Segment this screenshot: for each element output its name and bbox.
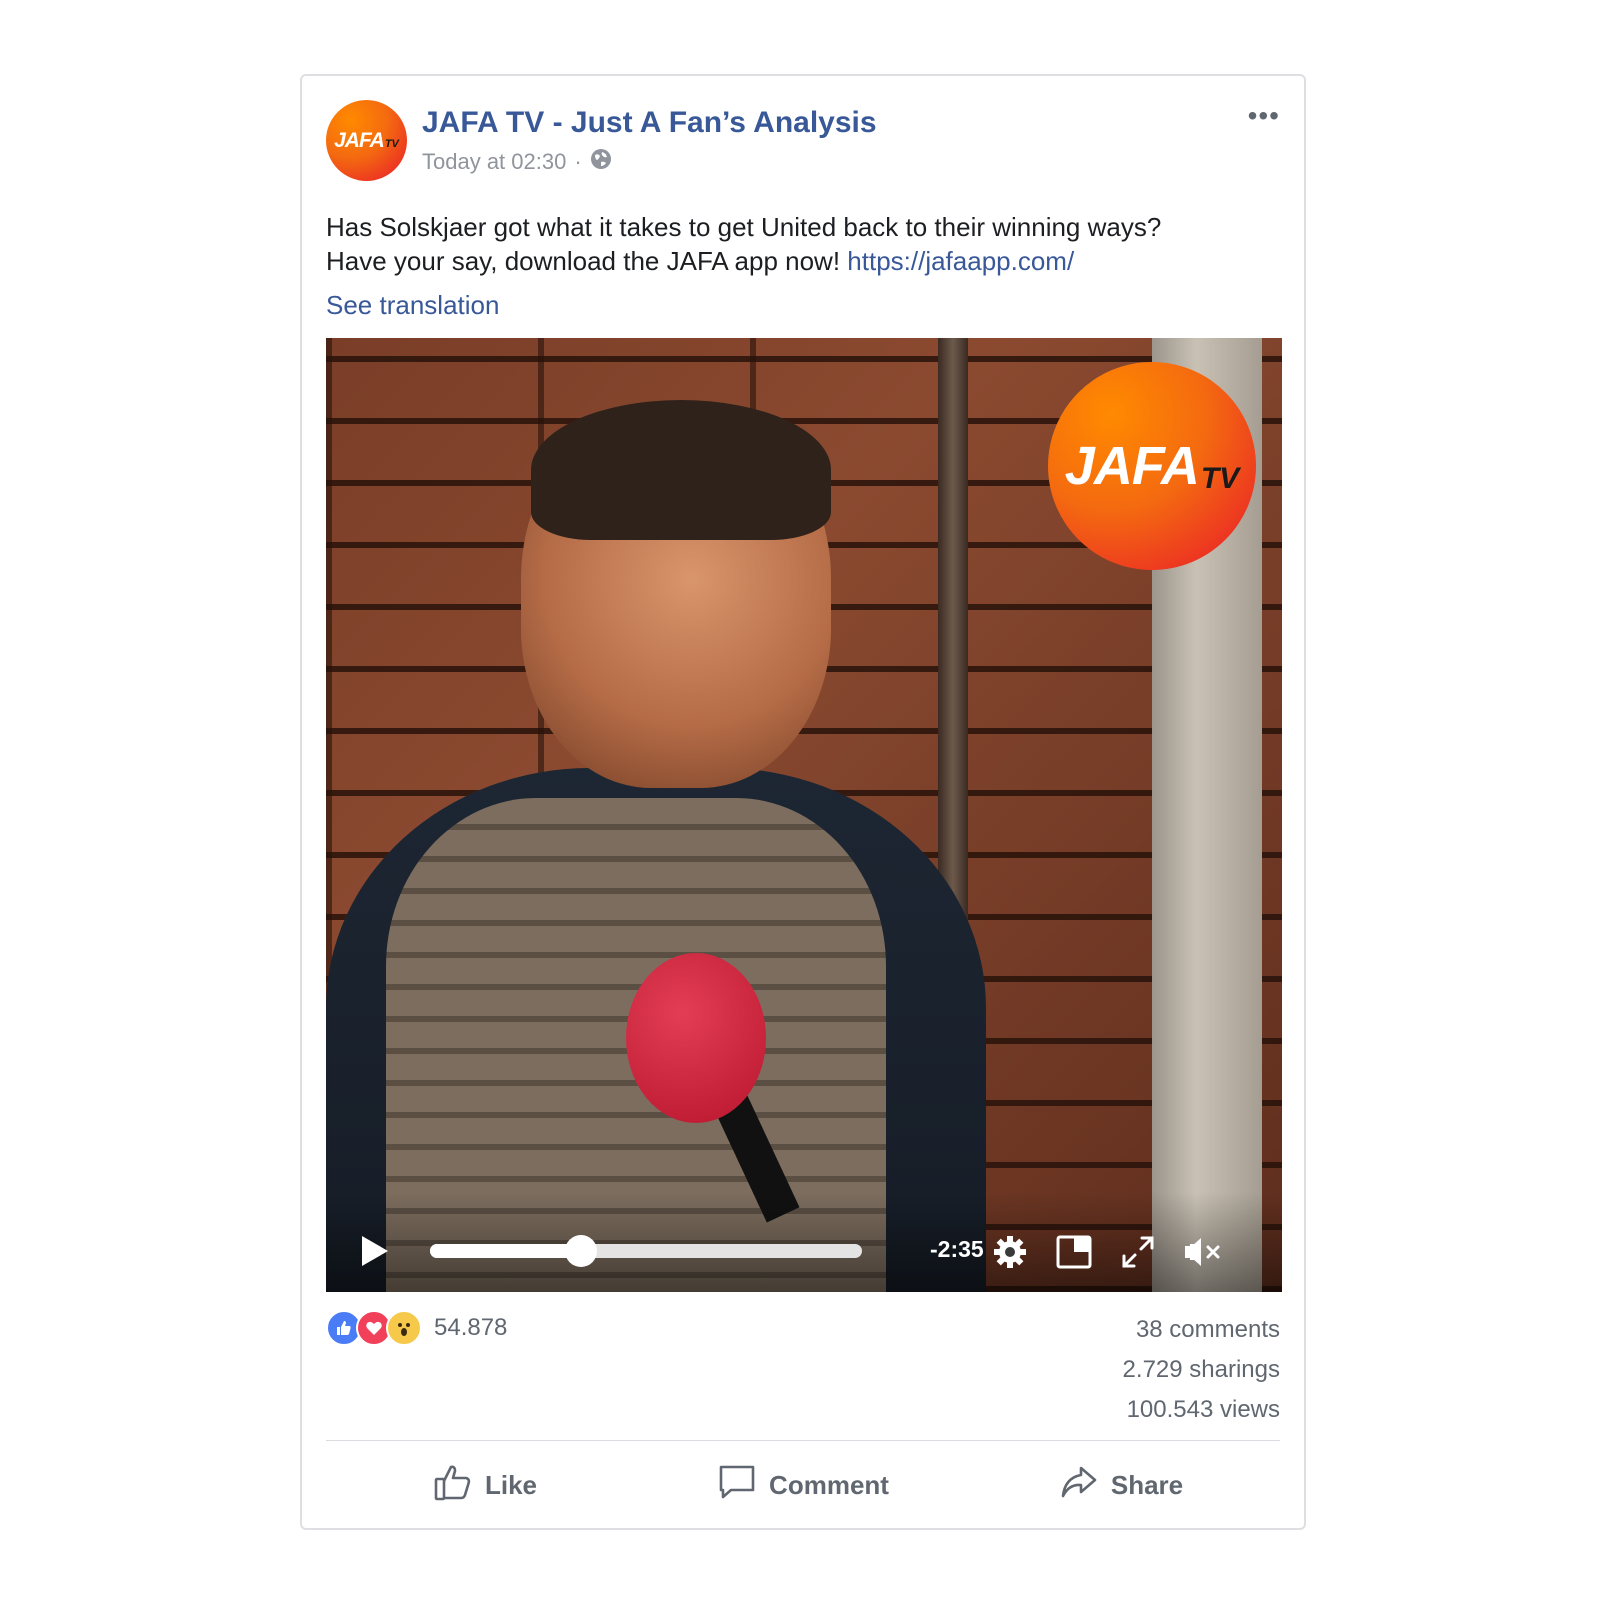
post-text-line2-body: Have your say, download the JAFA app now… bbox=[326, 246, 841, 276]
share-button[interactable]: Share bbox=[962, 1442, 1280, 1528]
post-link[interactable]: https://jafaapp.com/ bbox=[847, 246, 1074, 276]
video-microphone bbox=[626, 953, 766, 1123]
fullscreen-icon[interactable] bbox=[1120, 1234, 1156, 1270]
engagement-stats: 38 comments 2.729 sharings 100.543 views bbox=[1123, 1310, 1280, 1430]
views-count: 100.543 views bbox=[1126, 1396, 1280, 1423]
picture-in-picture-icon[interactable] bbox=[1056, 1234, 1092, 1270]
wow-reaction-icon bbox=[386, 1310, 422, 1346]
progress-scrubber-handle[interactable] bbox=[565, 1235, 598, 1267]
actions-divider bbox=[326, 1440, 1280, 1441]
meta-separator: · bbox=[574, 149, 582, 174]
comment-button[interactable]: Comment bbox=[644, 1442, 962, 1528]
sharings-count[interactable]: 2.729 sharings bbox=[1123, 1350, 1280, 1390]
avatar-logo-tv: TV bbox=[384, 138, 399, 150]
share-arrow-icon bbox=[1059, 1462, 1099, 1509]
like-label: Like bbox=[484, 1469, 538, 1500]
post-actions: Like Comment Share bbox=[326, 1442, 1280, 1528]
volume-muted-icon[interactable] bbox=[1182, 1234, 1220, 1270]
globe-icon bbox=[590, 148, 612, 176]
post-text-line1: Has Solskjaer got what it takes to get U… bbox=[326, 212, 1162, 242]
page-avatar[interactable]: JAFA TV bbox=[326, 100, 407, 181]
post-timestamp[interactable]: Today at 02:30 bbox=[422, 149, 566, 175]
post-text: Has Solskjaer got what it takes to get U… bbox=[326, 210, 1276, 278]
share-label: Share bbox=[1110, 1469, 1184, 1500]
video-watermark-logo: JAFA TV bbox=[1048, 362, 1256, 570]
more-options-button[interactable]: ••• bbox=[1248, 102, 1280, 130]
progress-fill bbox=[430, 1244, 582, 1258]
video-controls-bar: -2:35 bbox=[326, 1192, 1282, 1292]
comment-bubble-icon bbox=[717, 1462, 757, 1509]
video-person-hair bbox=[531, 400, 831, 540]
comment-label: Comment bbox=[769, 1469, 889, 1500]
time-remaining: -2:35 bbox=[930, 1236, 984, 1262]
post-text-line2: Have your say, download the JAFA app now… bbox=[326, 244, 1276, 278]
settings-gear-icon[interactable] bbox=[992, 1234, 1028, 1270]
facebook-post-card: JAFA TV JAFA TV - Just A Fan’s Analysis T… bbox=[300, 74, 1306, 1530]
see-translation-link[interactable]: See translation bbox=[326, 290, 499, 321]
reactions-summary[interactable]: 54.878 bbox=[326, 1310, 507, 1346]
play-icon[interactable] bbox=[362, 1236, 388, 1266]
like-button[interactable]: Like bbox=[326, 1442, 644, 1528]
watermark-logo-tv: TV bbox=[1200, 462, 1240, 495]
reaction-count: 54.878 bbox=[434, 1314, 508, 1341]
watermark-logo-word: JAFA bbox=[1064, 436, 1200, 496]
comments-count[interactable]: 38 comments bbox=[1123, 1310, 1280, 1350]
page-name-link[interactable]: JAFA TV - Just A Fan’s Analysis bbox=[422, 106, 877, 140]
avatar-logo-word: JAFA bbox=[334, 129, 385, 152]
thumbs-up-icon bbox=[433, 1462, 473, 1509]
post-meta: Today at 02:30 · bbox=[422, 148, 612, 176]
video-player[interactable]: JAFA TV -2:35 bbox=[326, 338, 1282, 1292]
progress-bar[interactable] bbox=[430, 1235, 862, 1267]
